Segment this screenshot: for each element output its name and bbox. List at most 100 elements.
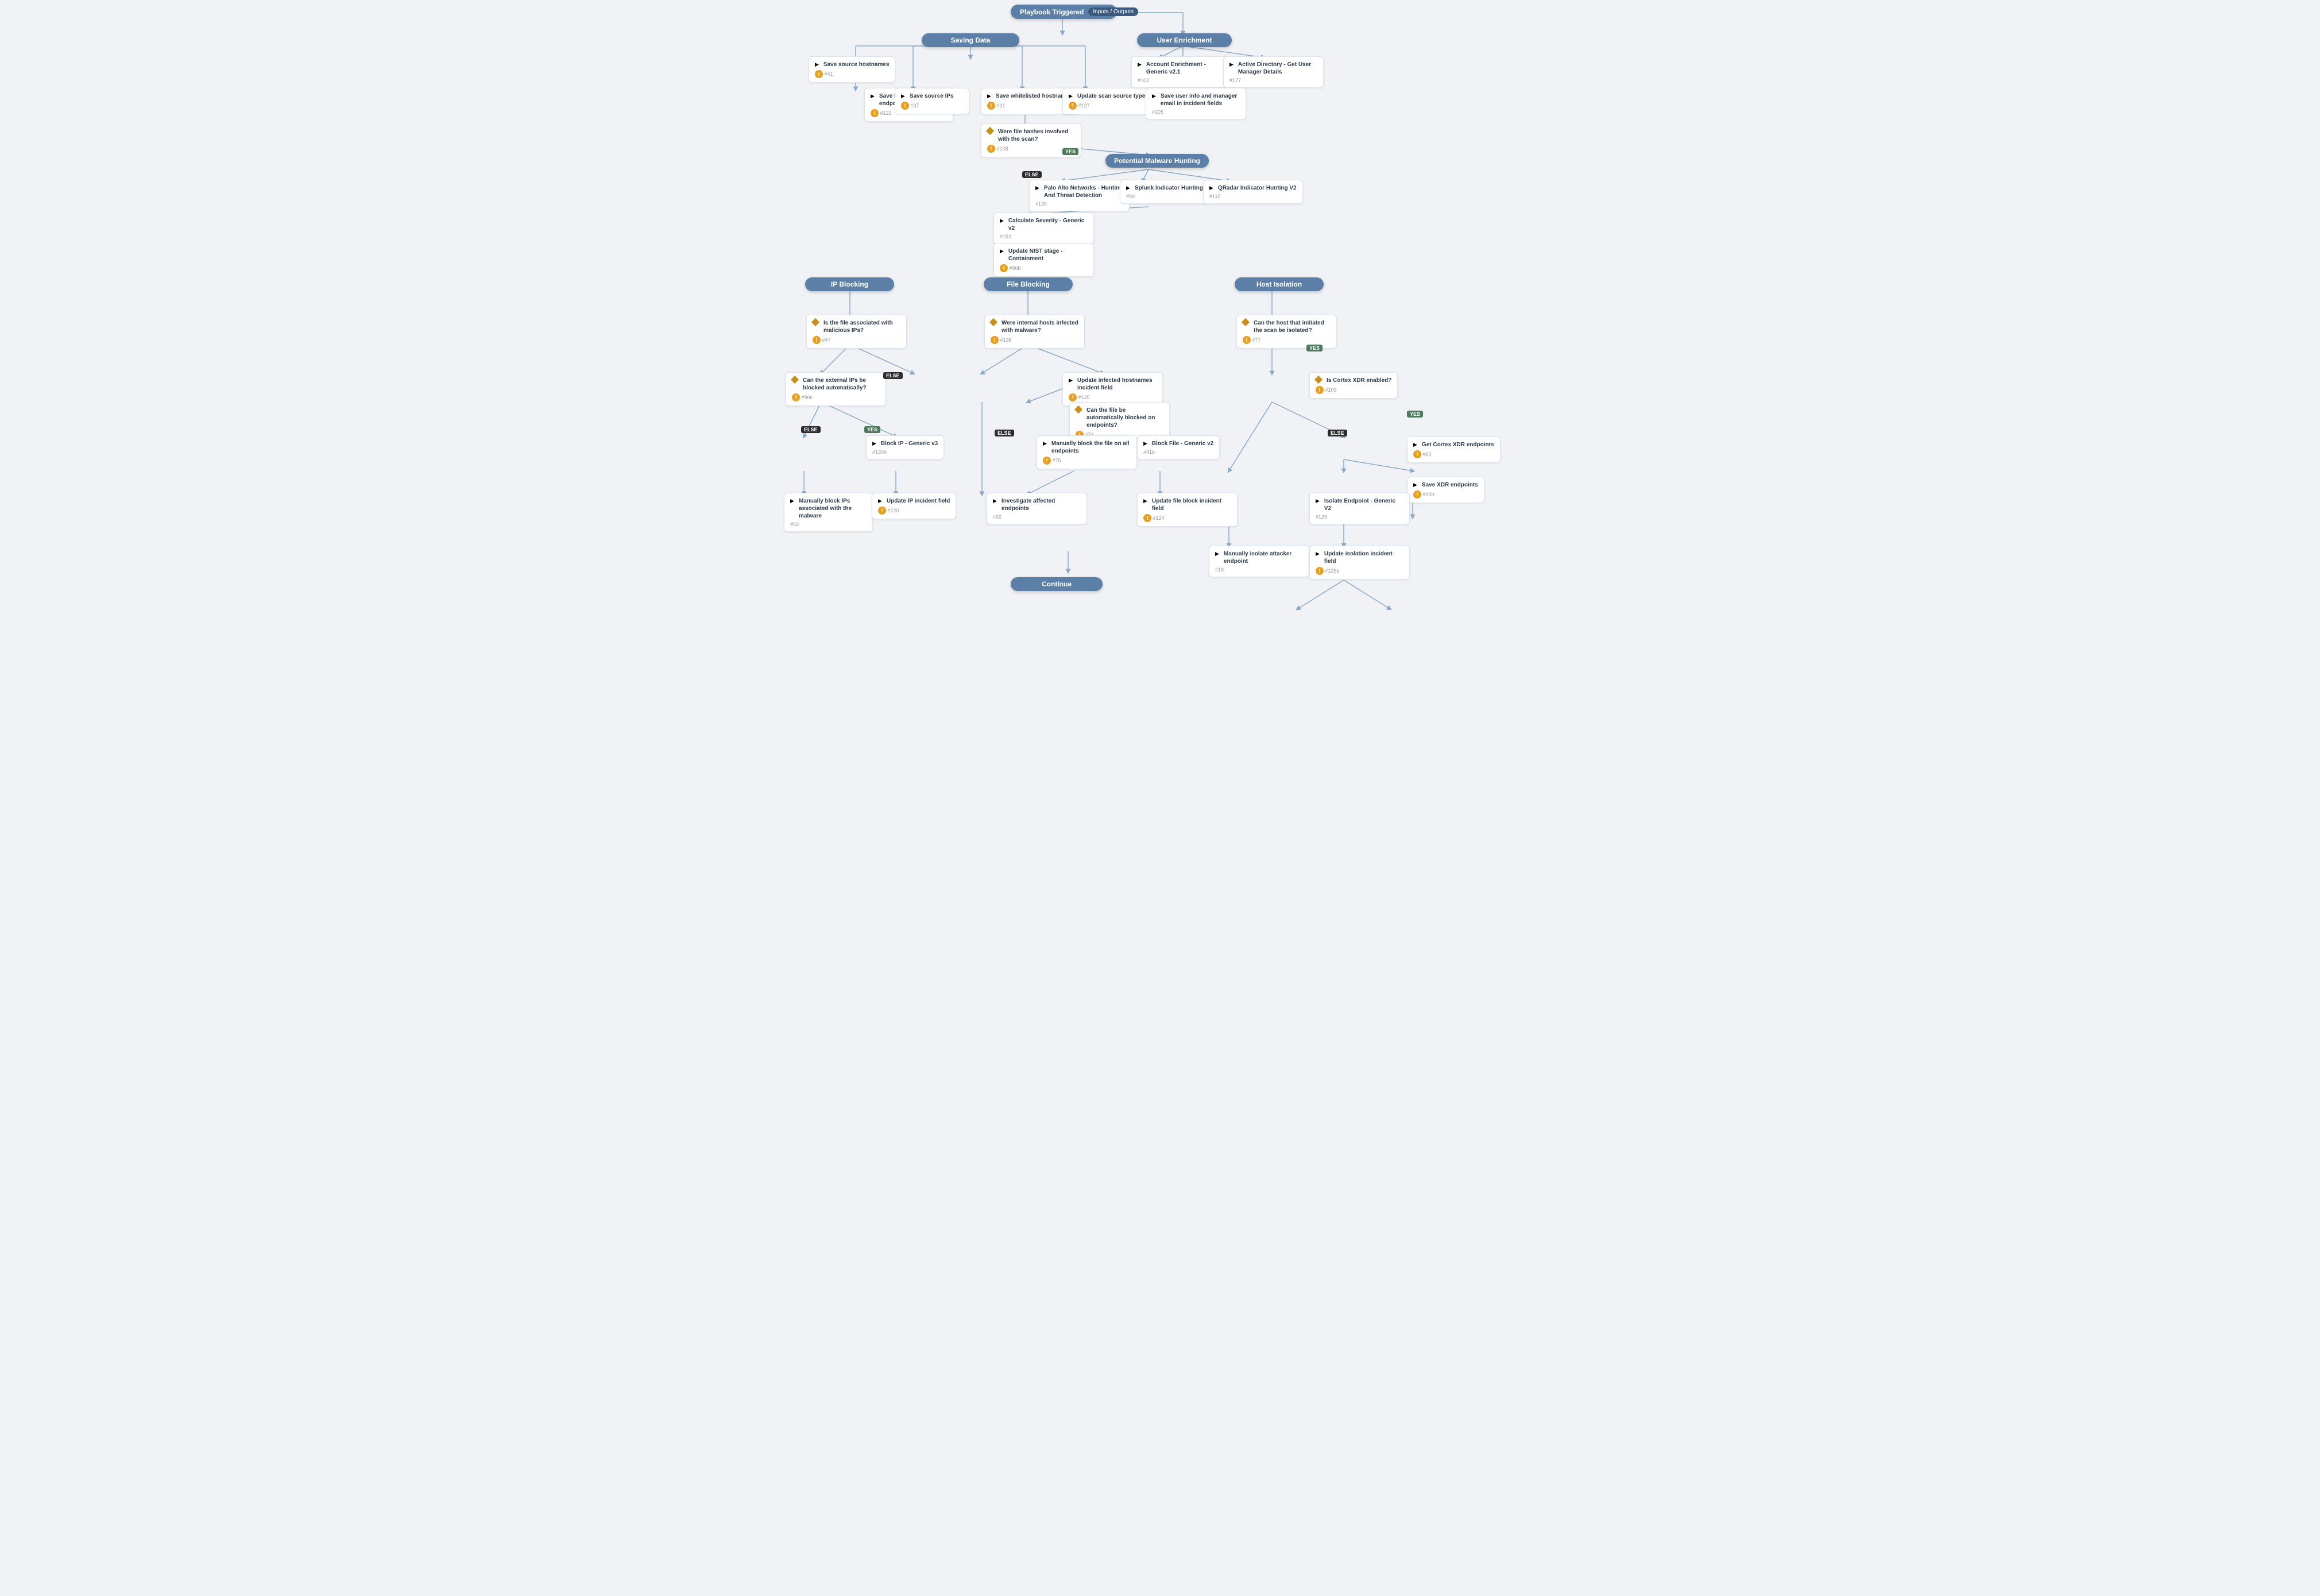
warning-icon21: ! — [878, 507, 886, 515]
block-file-card[interactable]: Block File - Generic v2 #41b — [1137, 435, 1220, 459]
play-icon13 — [1000, 248, 1006, 254]
else-badge-file: ELSE — [995, 430, 1014, 436]
save-source-ips-card[interactable]: Save source IPs ! #37 — [895, 88, 969, 114]
play-icon19 — [1413, 481, 1420, 488]
ip-blocking-section[interactable]: IP Blocking — [805, 277, 894, 291]
isolate-endpoint-card[interactable]: Isolate Endpoint - Generic V2 #129 — [1309, 493, 1410, 524]
yes-badge-cortex: YES — [1407, 411, 1423, 418]
manually-isolate-card[interactable]: Manually isolate attacker endpoint #18 — [1209, 546, 1309, 577]
play-icon14 — [1069, 377, 1075, 384]
play-icon22 — [993, 497, 999, 504]
diamond-icon4 — [1242, 318, 1250, 326]
warning-icon14: ! — [792, 393, 800, 401]
block-ip-card[interactable]: Block IP - Generic v3 #130b — [866, 435, 944, 459]
play-icon23 — [1143, 497, 1150, 504]
trigger-node[interactable]: Playbook Triggered Inputs / Outputs — [1011, 5, 1117, 19]
splunk-card[interactable]: Splunk Indicator Hunting #90 — [1120, 180, 1209, 204]
io-badge[interactable]: Inputs / Outputs — [1088, 7, 1138, 16]
play-icon20 — [790, 497, 796, 504]
diamond-icon6 — [1314, 376, 1323, 384]
play-icon16 — [872, 440, 879, 447]
user-enrichment-section[interactable]: User Enrichment — [1137, 33, 1232, 47]
warning-icon13: ! — [1243, 336, 1251, 344]
warning-icon20: ! — [1413, 490, 1421, 498]
diamond-icon5 — [791, 376, 799, 384]
warning-icon11: ! — [813, 336, 821, 344]
play-icon17 — [1043, 440, 1049, 447]
warning-icon3: ! — [901, 102, 909, 110]
update-file-block-card[interactable]: Update file block incident field ! #124 — [1137, 493, 1238, 527]
play-icon26 — [1316, 550, 1322, 557]
ad-get-user-card[interactable]: Active Directory - Get User Manager Deta… — [1223, 56, 1324, 88]
warning-icon18: ! — [1413, 450, 1421, 458]
diamond-icon7 — [1074, 405, 1082, 414]
play-icon4 — [987, 92, 993, 99]
play-icon18 — [1143, 440, 1150, 447]
else-badge-cortex: ELSE — [1328, 430, 1347, 436]
update-nist-card[interactable]: Update NIST stage - Containment ! #90b — [993, 243, 1094, 277]
diamond-icon2 — [811, 318, 819, 326]
update-infected-card[interactable]: Update infected hostnames incident field… — [1062, 372, 1163, 406]
investigate-card[interactable]: Investigate affected endpoints #92 — [987, 493, 1087, 524]
warning-icon: ! — [815, 70, 823, 78]
save-user-info-card[interactable]: Save user info and manager email in inci… — [1146, 88, 1246, 119]
play-icon25 — [1215, 550, 1221, 557]
warning-icon12: ! — [991, 336, 999, 344]
play-icon9 — [1035, 184, 1042, 191]
update-ip-card[interactable]: Update IP incident field ! #120 — [872, 493, 956, 519]
calc-severity-card[interactable]: Calculate Severity - Generic v2 #152 — [993, 212, 1094, 244]
save-xdr-card[interactable]: Save XDR endpoints ! #92b — [1407, 477, 1484, 503]
play-icon — [815, 61, 821, 68]
diamond-icon3 — [989, 318, 997, 326]
update-isolation-card[interactable]: Update isolation incident field ! #125b — [1309, 546, 1410, 579]
update-scan-card[interactable]: Update scan source type ! #127 — [1062, 88, 1151, 114]
manually-block-ips-card[interactable]: Manually block IPs associated with the m… — [784, 493, 873, 532]
play-icon7 — [1229, 61, 1236, 68]
warning-icon16: ! — [1316, 386, 1324, 394]
warning-icon19: ! — [1043, 457, 1051, 465]
potential-malware-section[interactable]: Potential Malware Hunting — [1105, 154, 1209, 168]
saving-data-section[interactable]: Saving Data — [922, 33, 1019, 47]
else-badge-external: ELSE — [801, 426, 821, 433]
play-icon2 — [871, 92, 877, 99]
account-enrichment-card[interactable]: Account Enrichment - Generic v2.1 #103 — [1131, 56, 1232, 88]
can-host-isolated-card[interactable]: Can the host that initiated the scan be … — [1236, 315, 1337, 349]
play-icon11 — [1209, 184, 1216, 191]
playbook-canvas: Playbook Triggered Inputs / Outputs Savi… — [781, 0, 1539, 1596]
qradar-card[interactable]: QRadar Indicator Hunting V2 #110 — [1203, 180, 1303, 204]
get-cortex-card[interactable]: Get Cortex XDR endpoints ! #60 — [1407, 436, 1501, 463]
yes-badge-1: YES — [1062, 148, 1078, 155]
diamond-icon — [986, 127, 994, 135]
play-icon21 — [878, 497, 884, 504]
warning-icon23: ! — [1316, 567, 1324, 575]
warning-icon5: ! — [1069, 102, 1077, 110]
warning-icon9: ! — [987, 145, 995, 153]
save-hostnames-card[interactable]: Save source hostnames ! #41 — [809, 56, 895, 83]
continue-pill[interactable]: Continue — [1011, 577, 1103, 591]
yes-badge-external: YES — [864, 426, 880, 433]
were-internal-hosts-card[interactable]: Were internal hosts infected with malwar… — [984, 315, 1085, 349]
warning-icon2: ! — [871, 109, 879, 117]
can-external-ips-card[interactable]: Can the external IPs be blocked automati… — [786, 372, 886, 406]
warning-icon15: ! — [1069, 393, 1077, 401]
is-file-malicious-card[interactable]: Is the file associated with malicious IP… — [806, 315, 907, 349]
host-isolation-section[interactable]: Host Isolation — [1235, 277, 1324, 291]
manually-block-file-card[interactable]: Manually block the file on all endpoints… — [1037, 435, 1137, 469]
play-icon12 — [1000, 217, 1006, 224]
play-icon10 — [1126, 184, 1132, 191]
play-icon3 — [901, 92, 907, 99]
yes-badge-isolation: YES — [1306, 345, 1323, 351]
play-icon15 — [1413, 441, 1420, 448]
play-icon8 — [1152, 92, 1158, 99]
play-icon6 — [1138, 61, 1144, 68]
file-blocking-section[interactable]: File Blocking — [984, 277, 1073, 291]
is-cortex-xdr-card[interactable]: Is Cortex XDR enabled? ! #109 — [1309, 372, 1398, 399]
else-badge-1: ELSE — [1022, 171, 1042, 178]
else-badge-ip: ELSE — [883, 372, 903, 379]
warning-icon4: ! — [987, 102, 995, 110]
palo-alto-card[interactable]: Palo Alto Networks - Hunting And Threat … — [1029, 180, 1130, 211]
play-icon24 — [1316, 497, 1322, 504]
play-icon5 — [1069, 92, 1075, 99]
trigger-label: Playbook Triggered — [1020, 8, 1084, 16]
warning-icon22: ! — [1143, 514, 1151, 522]
